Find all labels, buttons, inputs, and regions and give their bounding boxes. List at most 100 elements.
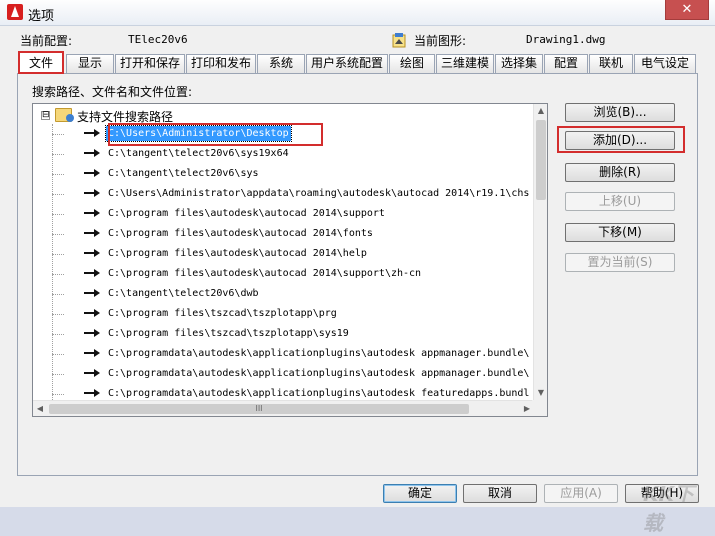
tree-guide-line: [52, 174, 64, 175]
search-path-text: C:\program files\autodesk\autocad 2014\s…: [108, 208, 385, 219]
tab-files[interactable]: 文件: [18, 51, 64, 74]
panel-caption: 搜索路径、文件名和文件位置:: [32, 85, 193, 99]
search-path-row[interactable]: C:\tangent\telect20v6\sys19x64: [52, 144, 547, 164]
remove-button[interactable]: 删除(R): [565, 163, 675, 182]
search-path-row[interactable]: C:\programdata\autodesk\applicationplugi…: [52, 344, 547, 364]
search-path-text: C:\program files\tszcad\tszplotapp\sys19: [108, 328, 349, 339]
current-drawing: 当前图形: Drawing1.dwg: [392, 32, 692, 48]
tab-open-save[interactable]: 打开和保存: [115, 54, 185, 73]
current-profile-label: 当前配置:: [20, 34, 73, 48]
search-path-row[interactable]: C:\program files\autodesk\autocad 2014\s…: [52, 204, 547, 224]
search-path-text: C:\tangent\telect20v6\dwb: [108, 288, 259, 299]
autocad-logo-icon: [7, 4, 23, 20]
options-dialog: 选项 ✕ 当前配置: TElec20v6 当前图形: Drawing1.dwg …: [0, 0, 715, 535]
search-path-tree[interactable]: ⊟ 支持文件搜索路径 C:\Users\Administrator\Deskto…: [32, 103, 548, 417]
add-button[interactable]: 添加(D)...: [565, 131, 675, 150]
title-bar: 选项 ✕: [0, 0, 715, 26]
search-path-text: C:\tangent\telect20v6\sys: [108, 168, 259, 179]
tab-strip: 文件 显示 打开和保存 打印和发布 系统 用户系统配置 绘图 三维建模 选择集 …: [17, 51, 697, 74]
search-path-row[interactable]: C:\program files\autodesk\autocad 2014\f…: [52, 224, 547, 244]
tree-guide-line: [52, 154, 64, 155]
tab-online[interactable]: 联机: [589, 54, 633, 73]
path-arrow-icon: [84, 249, 100, 257]
horizontal-scrollbar[interactable]: ◀ III ▶: [33, 400, 534, 416]
search-path-row[interactable]: C:\program files\tszcad\tszplotapp\sys19: [52, 324, 547, 344]
move-up-button[interactable]: 上移(U): [565, 192, 675, 211]
tab-system[interactable]: 系统: [257, 54, 305, 73]
selected-path-highlight: [108, 123, 323, 146]
scroll-down-icon[interactable]: ▼: [534, 386, 547, 400]
close-button[interactable]: ✕: [665, 0, 709, 20]
search-path-row[interactable]: C:\tangent\telect20v6\sys: [52, 164, 547, 184]
horizontal-scroll-thumb[interactable]: III: [49, 404, 469, 414]
tree-guide-line: [52, 214, 64, 215]
path-arrow-icon: [84, 169, 100, 177]
path-arrow-icon: [84, 349, 100, 357]
tree-guide-line: [52, 334, 64, 335]
browse-button[interactable]: 浏览(B)...: [565, 103, 675, 122]
current-drawing-value: Drawing1.dwg: [526, 33, 606, 46]
current-profile-value: TElec20v6: [128, 33, 188, 46]
search-path-row[interactable]: C:\program files\autodesk\autocad 2014\h…: [52, 244, 547, 264]
tab-user-preferences[interactable]: 用户系统配置: [306, 54, 388, 73]
tree-guide-line: [52, 354, 64, 355]
tab-display[interactable]: 显示: [66, 54, 114, 73]
tab-drafting[interactable]: 绘图: [389, 54, 435, 73]
path-arrow-icon: [84, 309, 100, 317]
tree-guide-line: [52, 294, 64, 295]
scroll-up-icon[interactable]: ▲: [534, 104, 547, 118]
search-path-row[interactable]: C:\Users\Administrator\appdata\roaming\a…: [52, 184, 547, 204]
search-path-row[interactable]: C:\program files\autodesk\autocad 2014\s…: [52, 264, 547, 284]
path-arrow-icon: [84, 369, 100, 377]
scroll-left-icon[interactable]: ◀: [33, 401, 47, 416]
path-arrow-icon: [84, 129, 100, 137]
current-drawing-label: 当前图形:: [414, 34, 467, 48]
path-arrow-icon: [84, 229, 100, 237]
search-path-text: C:\program files\autodesk\autocad 2014\h…: [108, 248, 367, 259]
scroll-corner: [532, 400, 547, 416]
tree-guide-line: [52, 314, 64, 315]
path-arrow-icon: [84, 149, 100, 157]
path-arrow-icon: [84, 329, 100, 337]
apply-button[interactable]: 应用(A): [544, 484, 618, 503]
watermark-logo: KK下载: [643, 482, 694, 535]
search-path-text: C:\programdata\autodesk\applicationplugi…: [108, 368, 530, 379]
cancel-button[interactable]: 取消: [463, 484, 537, 503]
tree-guide-line: [52, 234, 64, 235]
tab-plot-publish[interactable]: 打印和发布: [186, 54, 256, 73]
tab-profiles[interactable]: 配置: [544, 54, 588, 73]
folder-icon: [55, 108, 74, 122]
search-path-text: C:\programdata\autodesk\applicationplugi…: [108, 388, 530, 399]
search-path-row[interactable]: C:\Users\Administrator\Desktop: [52, 123, 547, 146]
search-path-row[interactable]: C:\tangent\telect20v6\dwb: [52, 284, 547, 304]
search-path-text: C:\programdata\autodesk\applicationplugi…: [108, 348, 530, 359]
search-path-text: C:\program files\autodesk\autocad 2014\f…: [108, 228, 373, 239]
tab-3d-modeling[interactable]: 三维建模: [436, 54, 494, 73]
collapse-icon[interactable]: ⊟: [41, 111, 50, 120]
search-path-text: C:\tangent\telect20v6\sys19x64: [108, 148, 289, 159]
search-path-row[interactable]: C:\program files\tszcad\tszplotapp\prg: [52, 304, 547, 324]
window-title: 选项: [28, 9, 55, 24]
tree-guide-line: [52, 254, 64, 255]
vertical-scroll-thumb[interactable]: [536, 120, 546, 200]
move-down-button[interactable]: 下移(M): [565, 223, 675, 242]
tab-electrical-settings[interactable]: 电气设定: [634, 54, 696, 73]
drawing-file-icon: [392, 33, 406, 48]
set-current-button[interactable]: 置为当前(S): [565, 253, 675, 272]
search-path-text: C:\Users\Administrator\appdata\roaming\a…: [108, 188, 530, 199]
search-path-text: C:\program files\autodesk\autocad 2014\s…: [108, 268, 422, 279]
current-profile: 当前配置: TElec20v6: [20, 32, 300, 48]
search-path-text: C:\program files\tszcad\tszplotapp\prg: [108, 308, 337, 319]
path-arrow-icon: [84, 389, 100, 397]
search-path-row[interactable]: C:\programdata\autodesk\applicationplugi…: [52, 364, 547, 384]
tree-guide-line: [52, 374, 64, 375]
tree-guide-line: [52, 134, 64, 135]
path-arrow-icon: [84, 289, 100, 297]
tab-selection[interactable]: 选择集: [495, 54, 543, 73]
vertical-scrollbar[interactable]: ▲ ▼: [533, 104, 547, 400]
files-panel: 搜索路径、文件名和文件位置: ⊟ 支持文件搜索路径 C:\Users\Admin…: [17, 73, 698, 476]
path-arrow-icon: [84, 269, 100, 277]
tree-guide-line: [52, 194, 64, 195]
tree-guide-line: [52, 394, 64, 395]
ok-button[interactable]: 确定: [383, 484, 457, 503]
